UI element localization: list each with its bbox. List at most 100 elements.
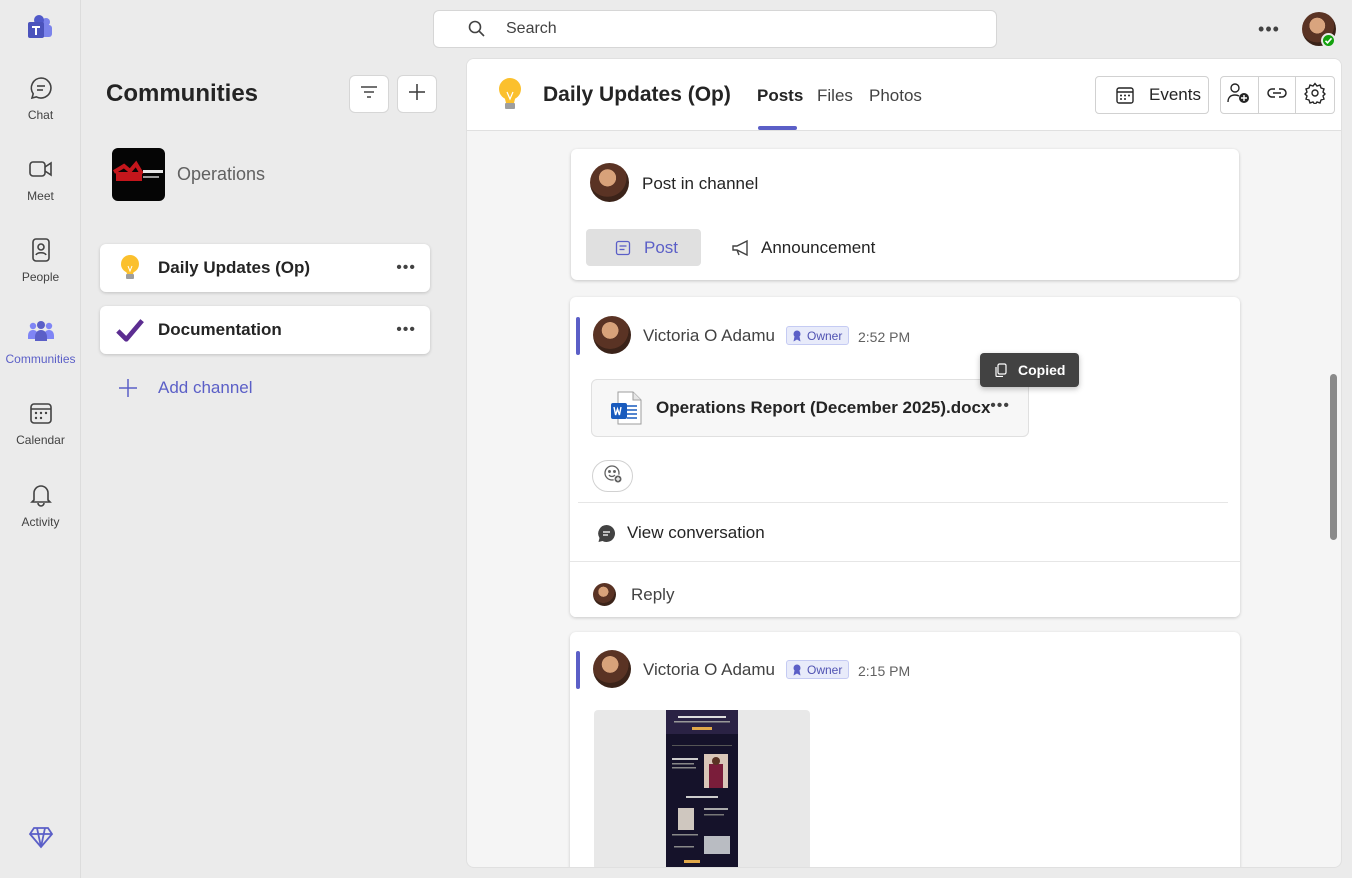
- create-community-button[interactable]: [397, 75, 437, 113]
- announcement-label: Announcement: [761, 237, 876, 257]
- file-name: Operations Report (December 2025).docx: [656, 398, 991, 417]
- owner-badge: Owner: [786, 660, 850, 679]
- owner-badge: Owner: [786, 326, 850, 345]
- post-accent-bar: [576, 651, 580, 689]
- search-placeholder: Search: [506, 20, 557, 37]
- tooltip-label: Copied: [1018, 362, 1066, 378]
- owner-badge-label: Owner: [807, 662, 843, 677]
- post-icon: [615, 240, 631, 256]
- channel-title: Daily Updates (Op): [543, 83, 731, 106]
- search-icon: [467, 19, 487, 39]
- calendar-icon: [1115, 85, 1135, 105]
- announcement-button[interactable]: Announcement: [731, 229, 875, 266]
- rail-calendar-label: Calendar: [16, 433, 65, 447]
- copy-link-button[interactable]: [1259, 77, 1297, 113]
- ribbon-icon: [792, 330, 802, 342]
- conversation-icon: [597, 524, 616, 543]
- people-icon: [27, 236, 55, 264]
- post-input[interactable]: Post in channel: [642, 174, 758, 194]
- add-channel-label: Add channel: [158, 378, 253, 397]
- channel-post: Victoria O Adamu Owner 2:15 PM: [570, 632, 1240, 867]
- communities-icon: [27, 318, 55, 346]
- community-logo[interactable]: [112, 148, 165, 201]
- more-options-icon[interactable]: •••: [1256, 17, 1282, 41]
- tab-photos[interactable]: Photos: [869, 86, 922, 106]
- app-rail: Chat Meet People Communities Calendar Ac…: [0, 0, 81, 878]
- view-conversation-button[interactable]: View conversation: [597, 522, 765, 544]
- teams-logo-icon[interactable]: [26, 14, 54, 42]
- channel-view: Daily Updates (Op) Posts Files Photos Ev…: [466, 58, 1342, 868]
- channel-name: Documentation: [158, 320, 282, 339]
- rail-communities-label: Communities: [5, 352, 76, 366]
- reply-label: Reply: [631, 585, 675, 604]
- scrollbar-thumb[interactable]: [1330, 374, 1337, 540]
- checkmark-icon: [116, 315, 144, 345]
- community-name[interactable]: Operations: [177, 164, 265, 185]
- view-conversation-label: View conversation: [627, 523, 765, 542]
- link-icon: [1266, 86, 1288, 105]
- presence-available-icon: [1321, 33, 1336, 48]
- reply-box[interactable]: Reply: [570, 561, 1240, 617]
- rail-chat[interactable]: Chat: [0, 74, 81, 144]
- post-accent-bar: [576, 317, 580, 355]
- rail-activity-label: Activity: [21, 515, 60, 529]
- rail-meet-label: Meet: [27, 189, 54, 203]
- author-avatar[interactable]: [593, 650, 631, 688]
- rail-people-label: People: [21, 270, 60, 284]
- tab-files[interactable]: Files: [817, 86, 853, 106]
- plus-icon: [407, 82, 427, 107]
- plus-icon: [116, 376, 140, 400]
- channel-more-icon[interactable]: •••: [396, 259, 416, 277]
- emoji-add-icon: [603, 464, 623, 489]
- post-author[interactable]: Victoria O Adamu: [643, 326, 775, 346]
- gear-icon: [1304, 81, 1327, 109]
- rail-people[interactable]: People: [0, 236, 81, 306]
- settings-button[interactable]: [1296, 77, 1334, 113]
- lightbulb-icon: [116, 253, 144, 283]
- events-button[interactable]: Events: [1095, 76, 1209, 114]
- tab-posts[interactable]: Posts: [757, 86, 803, 106]
- channel-documentation[interactable]: Documentation •••: [100, 306, 430, 354]
- rail-activity[interactable]: Activity: [0, 481, 81, 551]
- avatar: [593, 583, 616, 606]
- file-attachment[interactable]: Operations Report (December 2025).docx •…: [591, 379, 1029, 437]
- author-avatar[interactable]: [593, 316, 631, 354]
- add-member-button[interactable]: [1221, 77, 1259, 113]
- post-author[interactable]: Victoria O Adamu: [643, 660, 775, 680]
- filter-icon: [360, 84, 378, 105]
- events-label: Events: [1149, 85, 1201, 104]
- filter-button[interactable]: [349, 75, 389, 113]
- file-more-icon[interactable]: •••: [990, 397, 1010, 415]
- post-time: 2:52 PM: [858, 329, 911, 345]
- post-composer: Post in channel Post Announcement: [571, 149, 1239, 280]
- active-tab-indicator: [758, 126, 797, 130]
- channel-more-icon[interactable]: •••: [396, 321, 416, 339]
- megaphone-icon: [731, 238, 751, 258]
- copied-tooltip: Copied: [980, 353, 1079, 387]
- channel-name: Daily Updates (Op): [158, 258, 311, 277]
- pane-title: Communities: [106, 80, 259, 107]
- channel-actions: [1220, 76, 1335, 114]
- divider: [578, 502, 1228, 503]
- search-bar[interactable]: Search: [433, 10, 997, 48]
- copy-icon: [995, 363, 1007, 378]
- add-reaction-button[interactable]: [592, 460, 633, 492]
- rail-calendar[interactable]: Calendar: [0, 399, 81, 469]
- chat-icon: [27, 74, 55, 102]
- calendar-icon: [27, 399, 55, 427]
- lightbulb-icon: [495, 76, 525, 114]
- add-people-icon: [1227, 82, 1251, 109]
- channel-post: Victoria O Adamu Owner 2:52 PM Operation…: [570, 297, 1240, 617]
- post-button[interactable]: Post: [586, 229, 701, 266]
- word-document-icon: [609, 390, 645, 426]
- image-attachment[interactable]: [594, 710, 810, 867]
- ribbon-icon: [792, 664, 802, 676]
- post-label: Post: [644, 237, 679, 257]
- avatar: [590, 163, 629, 202]
- diamond-icon[interactable]: [28, 824, 54, 850]
- channel-daily-updates[interactable]: Daily Updates (Op) •••: [100, 244, 430, 292]
- rail-communities[interactable]: Communities: [0, 318, 81, 388]
- webpage-thumbnail: [666, 710, 738, 867]
- rail-meet[interactable]: Meet: [0, 155, 81, 225]
- add-channel-button[interactable]: Add channel: [116, 375, 253, 401]
